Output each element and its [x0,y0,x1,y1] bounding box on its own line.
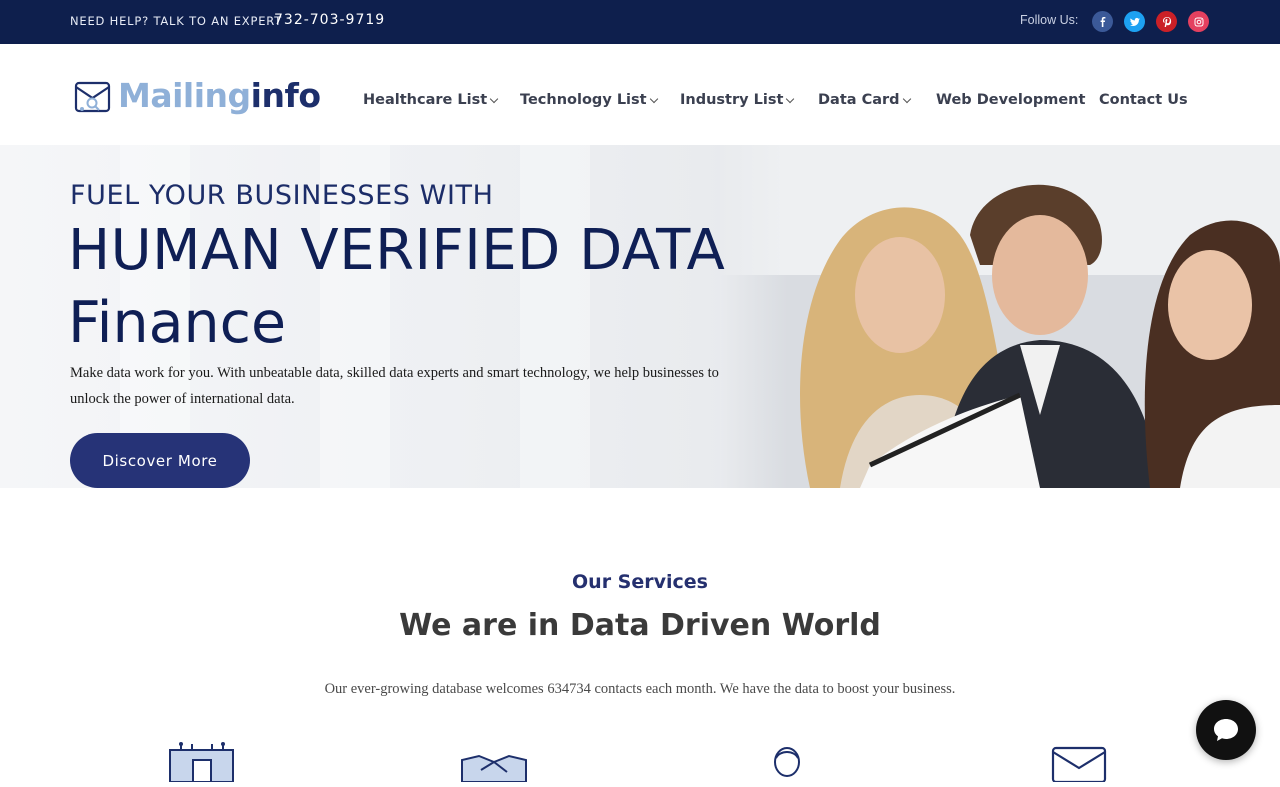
chevron-down-icon [489,94,499,103]
top-bar: NEED HELP? TALK TO AN EXPERT 732-703-971… [0,0,1280,44]
logo-wordmark: Mailinginfo [118,76,321,115]
chevron-down-icon [786,94,795,103]
hero-people-image [720,145,1280,488]
hero-headline: HUMAN VERIFIED DATA [68,218,726,283]
nav-data-card[interactable]: Data Card [818,92,911,108]
twitter-icon[interactable] [1124,11,1145,32]
follow-label: Follow Us: [1020,13,1079,27]
envelope-logo-icon [74,81,111,113]
hero-lead-text: Make data work for you. With unbeatable … [70,365,719,407]
person-icon [752,742,822,782]
services-subtitle: Our ever-growing database welcomes 63473… [324,681,956,697]
chat-widget-button[interactable] [1196,700,1256,760]
pinterest-icon[interactable] [1156,11,1177,32]
chevron-down-icon [902,94,911,103]
mail-icon [1044,742,1114,784]
site-logo[interactable]: Mailinginfo [74,77,321,117]
hero-banner: FUEL YOUR BUSINESSES WITH HUMAN VERIFIED… [0,145,1280,488]
nav-industry-list[interactable]: Industry List [680,92,795,108]
site-header: Mailinginfo Healthcare List Technology L… [0,44,1280,145]
nav-contact-us[interactable]: Contact Us [1099,92,1188,108]
database-icon [167,742,237,783]
services-tag: Our Services [572,571,708,593]
discover-more-button[interactable]: Discover More [70,433,250,488]
chevron-down-icon [649,94,658,103]
hero-eyebrow: FUEL YOUR BUSINESSES WITH [70,180,494,211]
nav-healthcare-list[interactable]: Healthcare List [363,92,499,108]
nav-web-development[interactable]: Web Development [936,92,1085,108]
services-title: We are in Data Driven World [399,608,881,643]
help-text: NEED HELP? TALK TO AN EXPERT [70,14,283,28]
nav-technology-list[interactable]: Technology List [520,92,658,108]
instagram-icon[interactable] [1188,11,1209,32]
hero-rotating-word: Finance [68,290,287,356]
handshake-icon [459,742,529,783]
chat-bubble-icon [1214,719,1238,741]
facebook-icon[interactable] [1092,11,1113,32]
phone-link[interactable]: 732-703-9719 [274,12,385,28]
